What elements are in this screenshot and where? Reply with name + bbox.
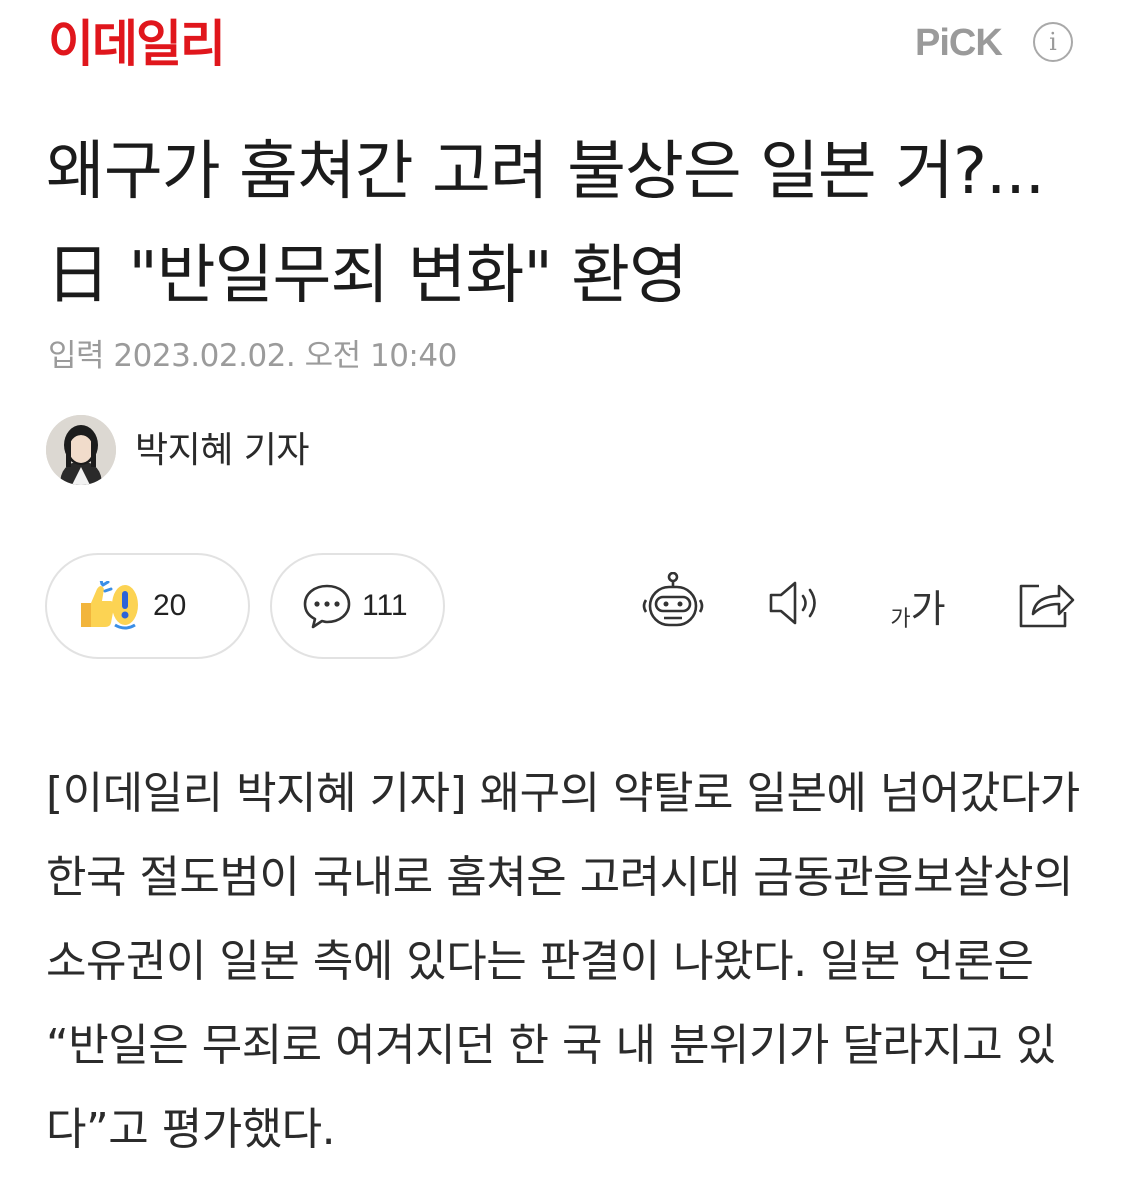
- share-button[interactable]: [1012, 570, 1078, 640]
- reaction-emoji-icon: [77, 578, 139, 631]
- comment-count: 111: [362, 589, 408, 622]
- robot-summary-icon: [640, 571, 706, 638]
- brand-logo[interactable]: 이데일리: [48, 14, 226, 74]
- article-body: [이데일리 박지혜 기자] 왜구의 약탈로 일본에 넘어갔다가 한국 절도범이 …: [46, 768, 1080, 1155]
- reaction-button[interactable]: 20: [45, 553, 250, 659]
- comment-bubble-icon: [302, 582, 352, 630]
- pick-label[interactable]: PiCK: [915, 20, 1003, 66]
- summary-button[interactable]: [638, 570, 708, 640]
- speaker-icon: [765, 578, 825, 632]
- font-size-icon: 가 가: [890, 578, 945, 633]
- font-large-label: 가: [910, 586, 946, 631]
- reaction-count: 20: [153, 589, 187, 622]
- author-avatar[interactable]: [46, 415, 116, 485]
- share-icon: [1015, 576, 1075, 634]
- author-name[interactable]: 박지혜 기자: [135, 428, 310, 474]
- audio-button[interactable]: [762, 570, 828, 640]
- comment-button[interactable]: 111: [270, 553, 445, 659]
- header: 이데일리 PiCK i: [0, 0, 1125, 100]
- publish-date: 입력 2023.02.02. 오전 10:40: [48, 338, 457, 374]
- info-icon[interactable]: i: [1033, 22, 1073, 62]
- font-size-button[interactable]: 가 가: [880, 570, 956, 640]
- article-title: 왜구가 훔쳐간 고려 불상은 일본 거?...日 "반일무죄 변화" 환영: [46, 135, 1045, 313]
- font-small-label: 가: [890, 606, 911, 632]
